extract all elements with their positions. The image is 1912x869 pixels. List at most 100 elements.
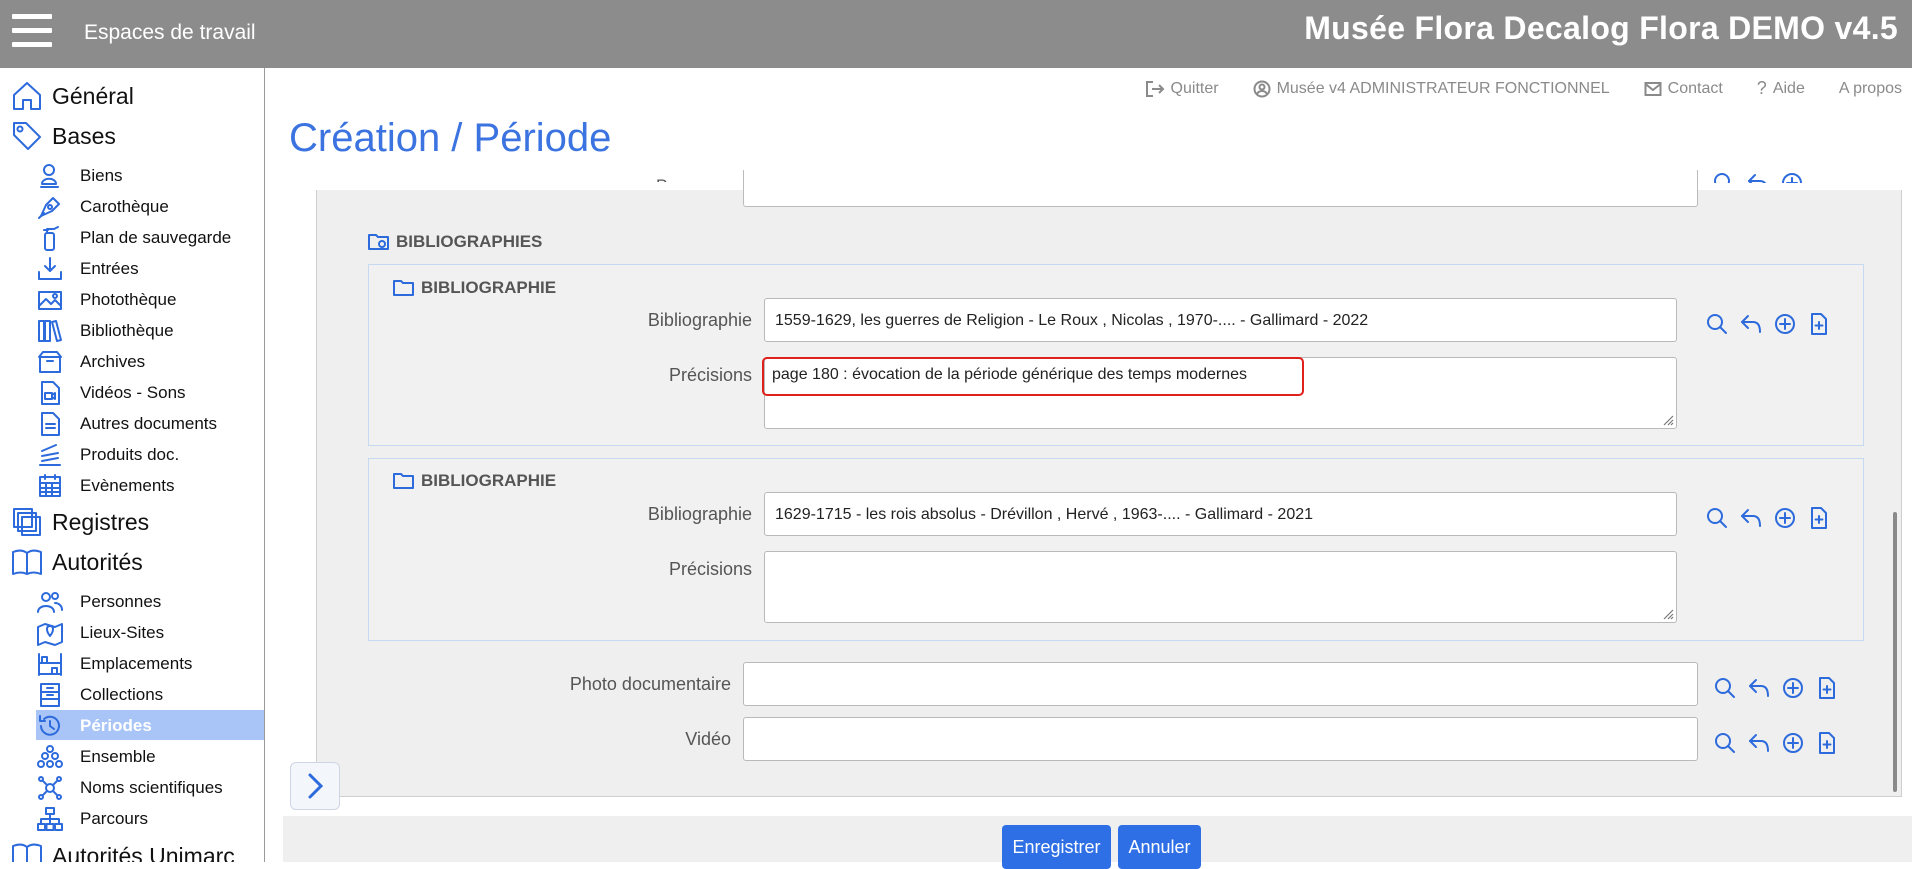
hamburger-menu-icon[interactable] <box>12 14 52 48</box>
bibliographies-header: BIBLIOGRAPHIES <box>368 232 542 252</box>
search-icon[interactable] <box>1712 675 1738 701</box>
sidebar-item-parcours[interactable]: Parcours <box>36 803 264 833</box>
plus-circle-icon[interactable] <box>1780 675 1806 701</box>
precisions-label: Précisions <box>668 365 752 385</box>
bust-icon <box>40 164 59 188</box>
sidebar-item-evenements[interactable]: Evènements <box>36 470 264 500</box>
vertical-scrollbar[interactable] <box>1893 512 1897 792</box>
sign-out-icon <box>1145 80 1164 97</box>
contact-link[interactable]: Contact <box>1644 78 1723 99</box>
contact-label: Contact <box>1667 79 1723 97</box>
new-file-icon[interactable] <box>1806 311 1832 337</box>
sidebar-item-carotheque[interactable]: Carothèque <box>36 191 264 221</box>
sidebar-item-label: Parcours <box>80 809 149 828</box>
about-label: A propos <box>1838 79 1902 97</box>
top-bar: Espaces de travail Musée Flora Decalog F… <box>0 0 1912 68</box>
bibliographie-actions-1 <box>1704 311 1832 337</box>
sidebar-item-autres-documents[interactable]: Autres documents <box>36 408 264 438</box>
resize-handle-icon[interactable] <box>1660 412 1674 426</box>
save-button[interactable]: Enregistrer <box>1002 825 1111 869</box>
bibliographie-title: BIBLIOGRAPHIE <box>421 471 557 490</box>
download-tray-icon <box>38 257 62 280</box>
help-link[interactable]: ? Aide <box>1757 78 1805 99</box>
about-link[interactable]: A propos <box>1839 78 1902 99</box>
sidebar-item-label: Plan de sauvegarde <box>80 228 232 247</box>
sidebar-bases[interactable]: Bases <box>0 116 264 156</box>
plus-circle-icon[interactable] <box>1780 730 1806 756</box>
bibliographie-header-2: BIBLIOGRAPHIE <box>393 471 556 491</box>
reply-icon[interactable] <box>1746 675 1772 701</box>
sidebar-item-label: Périodes <box>80 716 152 735</box>
sidebar-item-archives[interactable]: Archives <box>36 346 264 376</box>
sidebar-autorites[interactable]: Autorités <box>0 542 264 582</box>
books-icon <box>38 320 62 342</box>
user-link[interactable]: Musée v4 ADMINISTRATEUR FONCTIONNEL <box>1253 78 1610 99</box>
new-file-icon[interactable] <box>1814 675 1840 701</box>
sidebar-item-lieux-sites[interactable]: Lieux-Sites <box>36 617 264 647</box>
quit-label: Quitter <box>1170 79 1219 97</box>
tag-icon <box>13 122 41 150</box>
sidebar-autorites-unimarc[interactable]: Autorités Unimarc <box>0 836 264 862</box>
sidebar-item-periodes[interactable]: Périodes <box>36 710 264 740</box>
sidebar-item-label: Autres documents <box>80 414 218 433</box>
bibliographies-title: BIBLIOGRAPHIES <box>396 232 543 251</box>
video-field[interactable] <box>743 717 1698 761</box>
bibliographie-field-2[interactable]: 1629-1715 - les rois absolus - Drévillon… <box>764 492 1677 536</box>
reply-icon[interactable] <box>1746 730 1772 756</box>
expand-panel-button[interactable] <box>290 762 340 810</box>
sidebar-item-produits-doc[interactable]: Produits doc. <box>36 439 264 469</box>
sidebar-item-videos-sons[interactable]: Vidéos - Sons <box>36 377 264 407</box>
sidebar-item-label: Noms scientifiques <box>80 778 223 797</box>
bibliographie-header-1: BIBLIOGRAPHIE <box>393 278 556 298</box>
sidebar-item-label: Collections <box>80 685 164 704</box>
plus-circle-icon[interactable] <box>1772 311 1798 337</box>
sidebar-item-bibliotheque[interactable]: Bibliothèque <box>36 315 264 345</box>
sidebar-general[interactable]: Général <box>0 76 264 116</box>
sidebar-item-label: Emplacements <box>80 654 193 673</box>
history-clock-icon <box>39 715 60 736</box>
sidebar-item-personnes[interactable]: Personnes <box>36 586 264 616</box>
new-file-icon[interactable] <box>1806 505 1832 531</box>
users-icon <box>37 592 63 613</box>
photo-actions <box>1712 675 1840 701</box>
sidebar-item-label: Personnes <box>80 592 162 611</box>
bibliographie-field-1[interactable]: 1559-1629, les guerres de Religion - Le … <box>764 298 1677 342</box>
sidebar-general-label: Général <box>52 82 134 109</box>
reply-icon[interactable] <box>1738 505 1764 531</box>
envelope-icon <box>1644 81 1662 96</box>
sidebar-item-emplacements[interactable]: Emplacements <box>36 648 264 678</box>
search-icon[interactable] <box>1712 730 1738 756</box>
sidebar-item-biens[interactable]: Biens <box>36 160 264 190</box>
search-icon[interactable] <box>1704 505 1730 531</box>
sidebar-item-collections[interactable]: Collections <box>36 679 264 709</box>
search-icon[interactable] <box>1704 311 1730 337</box>
precisions-label: Précisions <box>668 559 752 579</box>
sidebar-item-label: Produits doc. <box>80 445 180 464</box>
sidebar-item-ensemble[interactable]: Ensemble <box>36 741 264 771</box>
sidebar-registres[interactable]: Registres <box>0 502 264 542</box>
reply-icon[interactable] <box>1738 311 1764 337</box>
sidebar-item-label: Entrées <box>80 259 139 278</box>
sidebar-item-label: Photothèque <box>80 290 177 309</box>
plus-circle-icon[interactable] <box>1772 505 1798 531</box>
resize-handle-icon[interactable] <box>1660 606 1674 620</box>
personne-field[interactable] <box>743 170 1698 207</box>
sidebar-item-label: Lieux-Sites <box>80 623 165 642</box>
sidebar-item-plan-de-sauvegarde[interactable]: Plan de sauvegarde <box>36 222 264 252</box>
photo-documentaire-field[interactable] <box>743 662 1698 706</box>
quit-link[interactable]: Quitter <box>1145 78 1219 99</box>
fire-extinguisher-icon <box>43 226 59 251</box>
precisions-field-2[interactable] <box>764 551 1677 623</box>
cancel-button[interactable]: Annuler <box>1118 825 1201 869</box>
header-links: Quitter Musée v4 ADMINISTRATEUR FONCTION… <box>1145 78 1902 99</box>
video-actions <box>1712 730 1840 756</box>
map-pin-icon <box>37 623 63 646</box>
workspaces-link[interactable]: Espaces de travail <box>84 21 256 45</box>
question-icon: ? <box>1756 78 1767 98</box>
sidebar-item-phototheque[interactable]: Photothèque <box>36 284 264 314</box>
sidebar-item-noms-scientifiques[interactable]: Noms scientifiques <box>36 772 264 802</box>
open-book-icon <box>12 549 42 575</box>
highlight-box <box>762 357 1304 396</box>
sidebar-item-entrees[interactable]: Entrées <box>36 253 264 283</box>
new-file-icon[interactable] <box>1814 730 1840 756</box>
